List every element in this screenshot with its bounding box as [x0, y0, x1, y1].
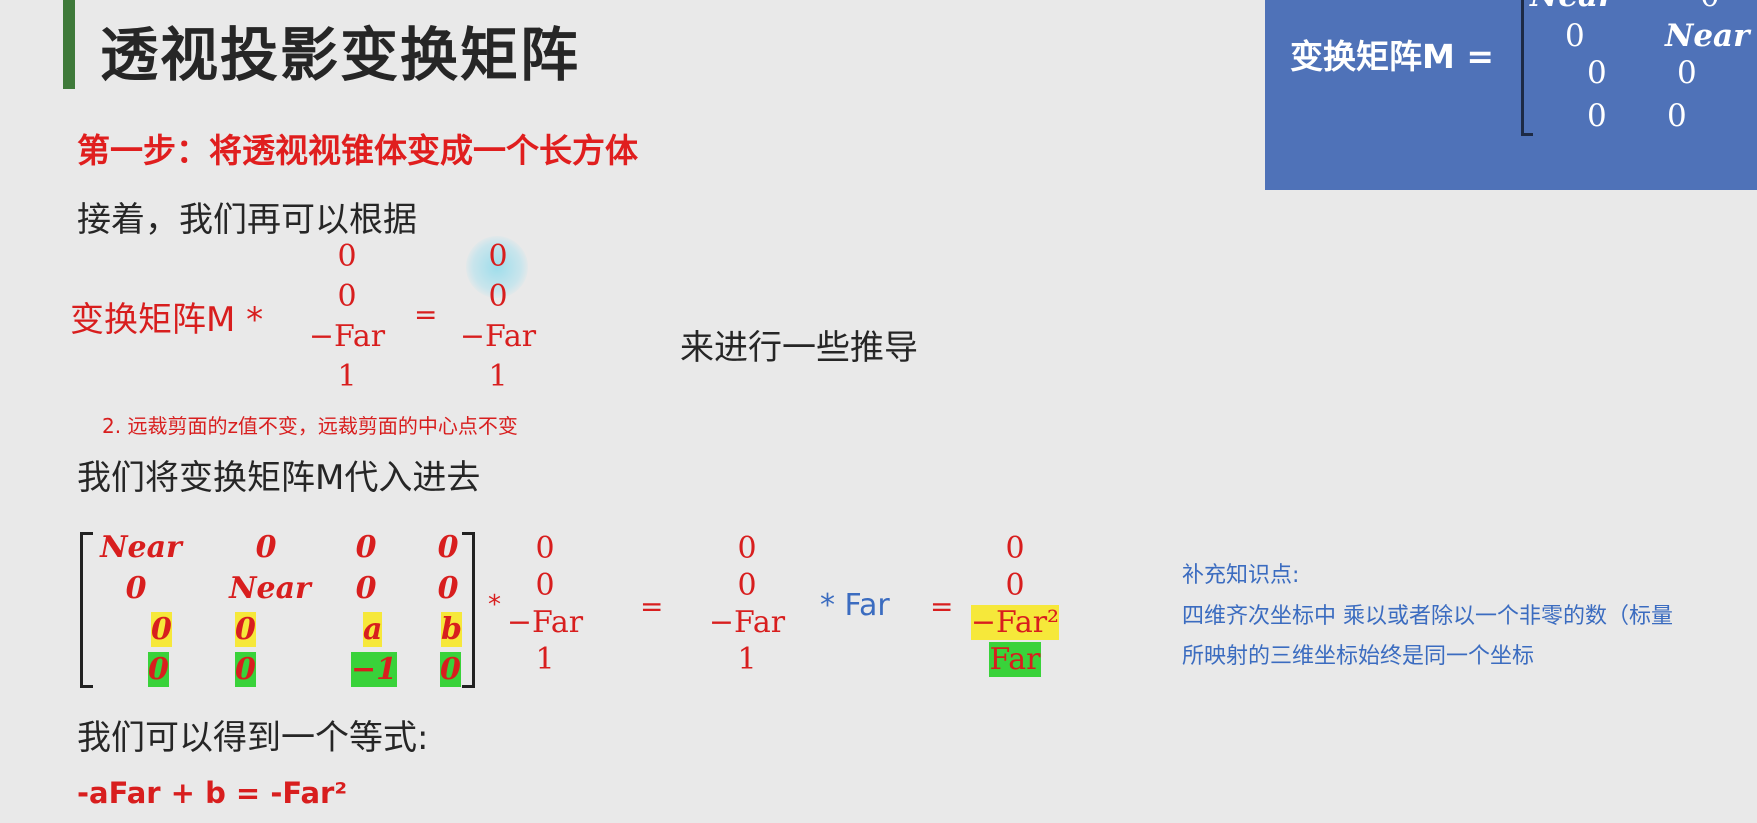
vector-cell: −Far: [506, 605, 584, 640]
page-title: 透视投影变换矩阵: [100, 21, 581, 89]
matrix-cell: 0: [255, 530, 277, 565]
vector-cell: 0: [535, 568, 555, 603]
result-cell: 0: [737, 568, 757, 603]
matrix-vector: 0 0 −Far 1: [490, 530, 600, 678]
matrix-cell-highlighted: −1: [351, 652, 398, 687]
vector-in-cell: −Far: [308, 319, 386, 354]
matrix-equals-1: =: [640, 590, 664, 623]
equation1-lhs-label: 变换矩阵M *: [70, 300, 264, 340]
matrix-cell: 0: [437, 530, 459, 565]
matrix-cell: −1: [351, 652, 398, 687]
equation1-equals: =: [414, 298, 438, 331]
vector-in-cell: 1: [337, 359, 357, 394]
supplement-title: 补充知识点:: [1182, 563, 1300, 588]
matrix-b-cell: b: [441, 612, 462, 647]
final-vector: 0 0 −Far² Far: [960, 530, 1070, 678]
panel-cell: 0: [1700, 0, 1720, 14]
final-cell: 0: [1005, 531, 1025, 566]
times-far: * Far: [820, 588, 890, 623]
equation1-vector-out: 0 0 −Far 1: [443, 237, 553, 397]
matrix-cell: 0: [125, 571, 147, 606]
equation1-vector-in: 0 0 −Far 1: [292, 237, 402, 397]
final-equation: -aFar + b = -Far²: [77, 776, 348, 810]
supplement-line-1: 四维齐次坐标中 乘以或者除以一个非零的数（标量: [1182, 604, 1673, 629]
far-plane-note: 2. 远裁剪面的z值不变，远裁剪面的中心点不变: [102, 414, 518, 438]
equation-intro-text: 我们可以得到一个等式:: [77, 718, 429, 758]
panel-bracket: [1521, 0, 1533, 136]
matrix-cell: 0: [355, 530, 377, 565]
panel-cell: Near: [1530, 0, 1614, 14]
panel-cell: 0: [1677, 55, 1697, 91]
matrix-cell-highlighted: 0: [440, 652, 461, 687]
matrix-cell-highlighted: 0: [235, 612, 256, 647]
panel-label: 变换矩阵M =: [1290, 37, 1494, 76]
matrix-cell: 0: [148, 652, 169, 687]
step-heading: 第一步：将透视视锥体变成一个长方体: [77, 131, 638, 170]
supplement-line-2: 所映射的三维坐标始终是同一个坐标: [1182, 644, 1535, 669]
matrix-cell: Near: [229, 571, 311, 606]
substitute-text: 我们将变换矩阵M代入进去: [77, 458, 481, 498]
panel-cell: Near: [1665, 18, 1750, 54]
matrix-a-cell: a: [363, 612, 383, 647]
panel-cell: 0: [1587, 55, 1607, 91]
result-cell: −Far: [708, 605, 786, 640]
matrix-cell: 0: [440, 652, 461, 687]
vector-out-cell: −Far: [459, 319, 537, 354]
matrix-equals-2: =: [930, 590, 954, 623]
matrix-cell: 0: [151, 612, 172, 647]
derivation-text: 来进行一些推导: [680, 328, 918, 368]
matrix-panel: 变换矩阵M = Near 0 0 Near 0 0 0 0: [1265, 0, 1757, 190]
matrix-cell-highlighted: b: [441, 612, 462, 647]
matrix-bracket-left: [80, 532, 93, 688]
vector-cell: 0: [535, 531, 555, 566]
vector-out-cell: 0: [488, 279, 508, 314]
matrix-cell: 0: [235, 652, 256, 687]
vector-in-cell: 0: [337, 279, 357, 314]
vector-out-cell: 1: [488, 359, 508, 394]
final-cell-far: Far: [989, 642, 1041, 677]
title-accent-bar: [63, 0, 75, 89]
matrix-cell-highlighted: 0: [148, 652, 169, 687]
result-vector: 0 0 −Far 1: [692, 530, 802, 678]
vector-cell: 1: [535, 642, 555, 677]
matrix-cell-highlighted: 0: [148, 612, 175, 647]
result-cell: 0: [737, 531, 757, 566]
matrix-cell-highlighted: a: [363, 612, 383, 647]
matrix-cell: Near: [100, 530, 182, 565]
vector-in-cell: 0: [337, 239, 357, 274]
final-cell: −Far²: [960, 604, 1070, 641]
final-cell: 0: [1005, 568, 1025, 603]
panel-cell: 0: [1565, 18, 1585, 54]
intro-text: 接着，我们再可以根据: [77, 200, 417, 240]
matrix-cell: 0: [235, 612, 256, 647]
panel-cell: 0: [1587, 98, 1607, 134]
panel-cell: 0: [1667, 98, 1687, 134]
result-cell: 1: [737, 642, 757, 677]
matrix-cell: 0: [355, 571, 377, 606]
final-cell: Far: [960, 641, 1070, 678]
matrix-cell: 0: [437, 571, 459, 606]
final-cell-far-squared: −Far²: [970, 605, 1060, 640]
vector-out-cell: 0: [488, 239, 508, 274]
matrix-cell-highlighted: 0: [235, 652, 256, 687]
